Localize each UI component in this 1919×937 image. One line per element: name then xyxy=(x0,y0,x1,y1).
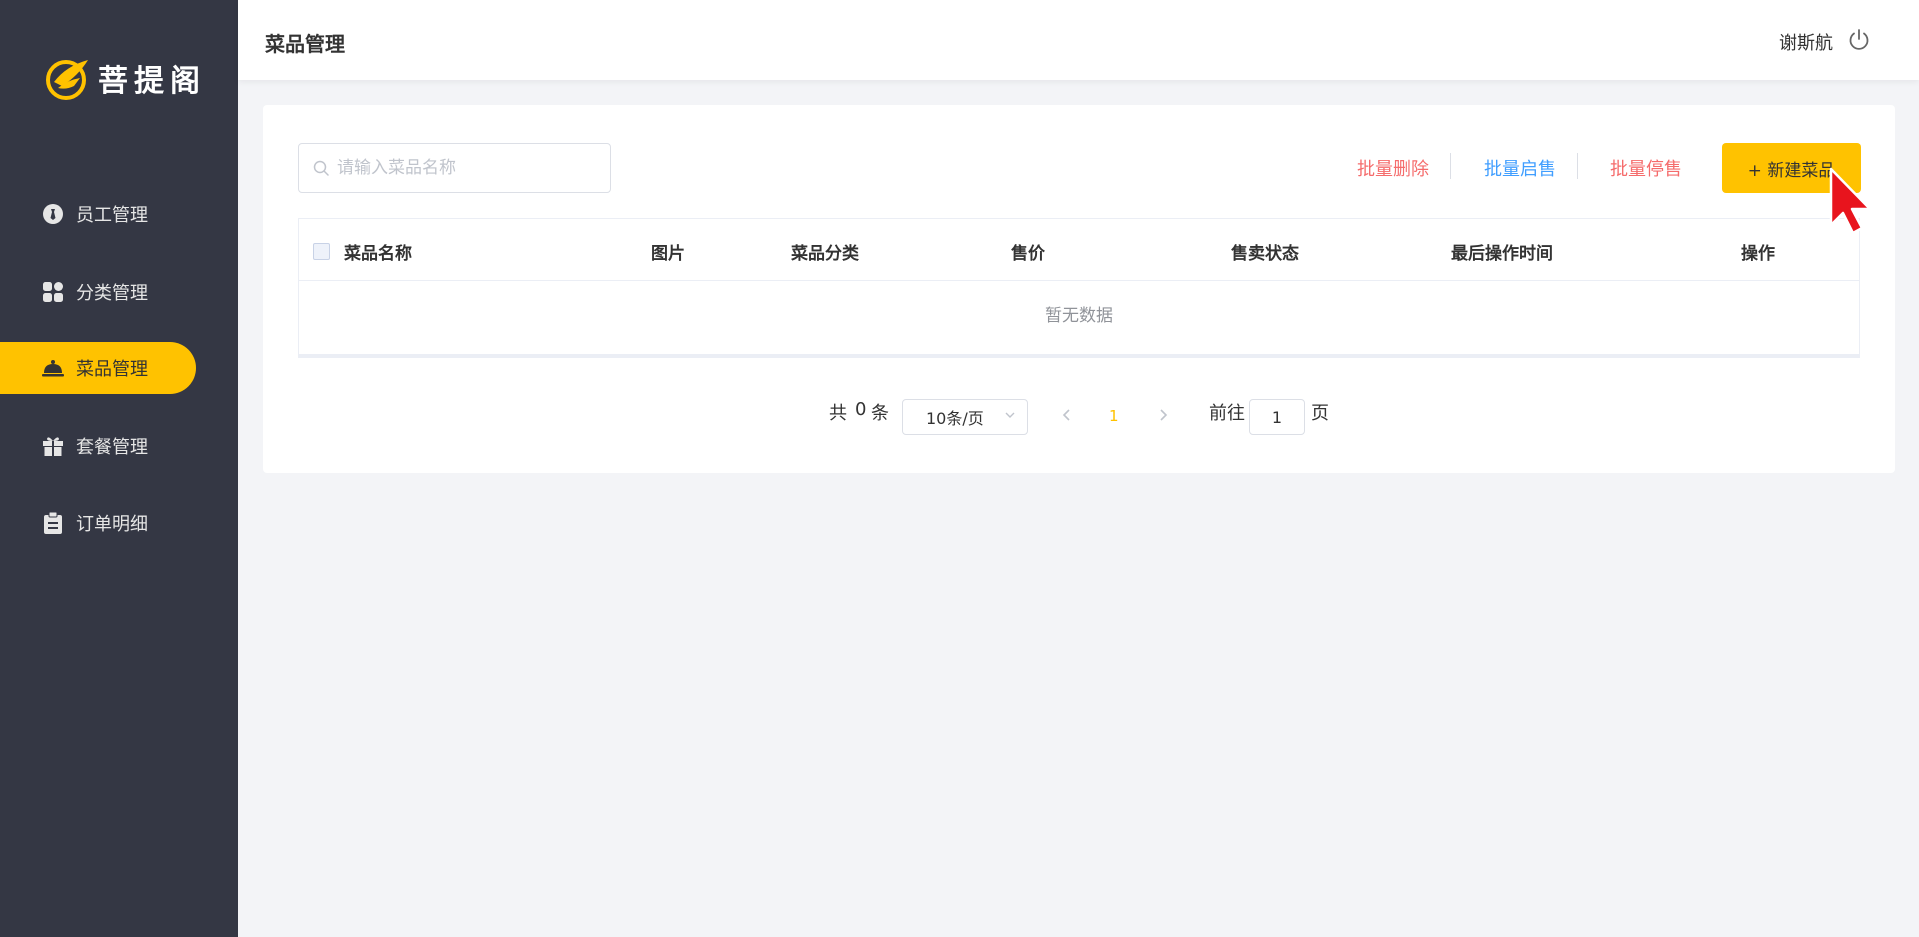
power-icon[interactable] xyxy=(1847,28,1871,52)
empty-text: 暂无数据 xyxy=(1045,306,1113,326)
page-size-value: 10条/页 xyxy=(926,409,984,428)
sidebar-item-combo[interactable]: 套餐管理 xyxy=(0,420,196,472)
logo: 菩提阁 xyxy=(44,56,206,100)
goto-prefix: 前往 xyxy=(1209,403,1245,424)
next-page-icon[interactable] xyxy=(1156,405,1170,425)
column-header-price: 售价 xyxy=(1011,244,1045,264)
column-header-image: 图片 xyxy=(651,244,685,264)
page-number-current[interactable]: 1 xyxy=(1109,407,1119,425)
batch-delete-button[interactable]: 批量删除 xyxy=(1357,155,1429,181)
pagination-total-prefix: 共 xyxy=(829,403,847,424)
prev-page-icon[interactable] xyxy=(1060,405,1074,425)
logo-text: 菩提阁 xyxy=(98,64,206,99)
main-card: 批量删除 批量启售 批量停售 + 新建菜品 菜品名称 图片 菜品分类 售价 售卖… xyxy=(263,105,1895,473)
user-name[interactable]: 谢斯航 xyxy=(1779,29,1833,55)
search-icon xyxy=(313,160,329,176)
column-header-status: 售卖状态 xyxy=(1231,244,1299,264)
dish-table: 菜品名称 图片 菜品分类 售价 售卖状态 最后操作时间 操作 暂无数据 xyxy=(298,218,1860,358)
sidebar-item-employee[interactable]: 员工管理 xyxy=(0,188,196,240)
select-all-checkbox[interactable] xyxy=(313,243,330,260)
divider xyxy=(1577,153,1578,179)
page-size-select[interactable]: 10条/页 xyxy=(902,399,1028,435)
mouse-cursor-icon xyxy=(1829,167,1872,235)
batch-enable-button[interactable]: 批量启售 xyxy=(1484,155,1556,181)
logo-icon xyxy=(46,60,88,100)
goto-page-input[interactable] xyxy=(1249,399,1305,435)
table-bottom-border xyxy=(299,354,1859,357)
table-header: 菜品名称 图片 菜品分类 售价 售卖状态 最后操作时间 操作 xyxy=(299,219,1859,281)
gift-icon xyxy=(42,435,64,457)
sidebar-item-label: 订单明细 xyxy=(76,514,148,535)
top-header: 菜品管理 谢斯航 xyxy=(238,0,1919,80)
column-header-actions: 操作 xyxy=(1741,244,1775,264)
divider xyxy=(1450,153,1451,179)
sidebar-item-label: 分类管理 xyxy=(76,283,148,304)
sidebar-item-category[interactable]: 分类管理 xyxy=(0,266,196,318)
column-header-updated-time: 最后操作时间 xyxy=(1451,244,1553,264)
search-input[interactable] xyxy=(337,158,597,178)
goto-suffix: 页 xyxy=(1311,403,1329,424)
search-box[interactable] xyxy=(298,143,611,193)
chevron-down-icon xyxy=(1005,412,1015,418)
dish-cloche-icon xyxy=(42,357,64,379)
page-title: 菜品管理 xyxy=(265,32,345,56)
sidebar-item-label: 菜品管理 xyxy=(76,359,148,380)
column-header-name: 菜品名称 xyxy=(344,244,412,264)
category-grid-icon xyxy=(42,281,64,303)
pagination-total-suffix: 条 xyxy=(871,403,889,424)
column-header-category: 菜品分类 xyxy=(791,244,859,264)
employee-icon xyxy=(42,203,64,225)
clipboard-icon xyxy=(42,512,64,534)
sidebar-item-label: 套餐管理 xyxy=(76,437,148,458)
sidebar-item-dish[interactable]: 菜品管理 xyxy=(0,342,196,394)
batch-disable-button[interactable]: 批量停售 xyxy=(1610,155,1682,181)
sidebar-item-orders[interactable]: 订单明细 xyxy=(0,497,196,549)
sidebar-item-label: 员工管理 xyxy=(76,205,148,226)
sidebar: 菩提阁 员工管理 分类管理 菜品管理 套餐管理 订单明细 xyxy=(0,0,238,937)
pagination-total: 0 xyxy=(855,399,867,420)
